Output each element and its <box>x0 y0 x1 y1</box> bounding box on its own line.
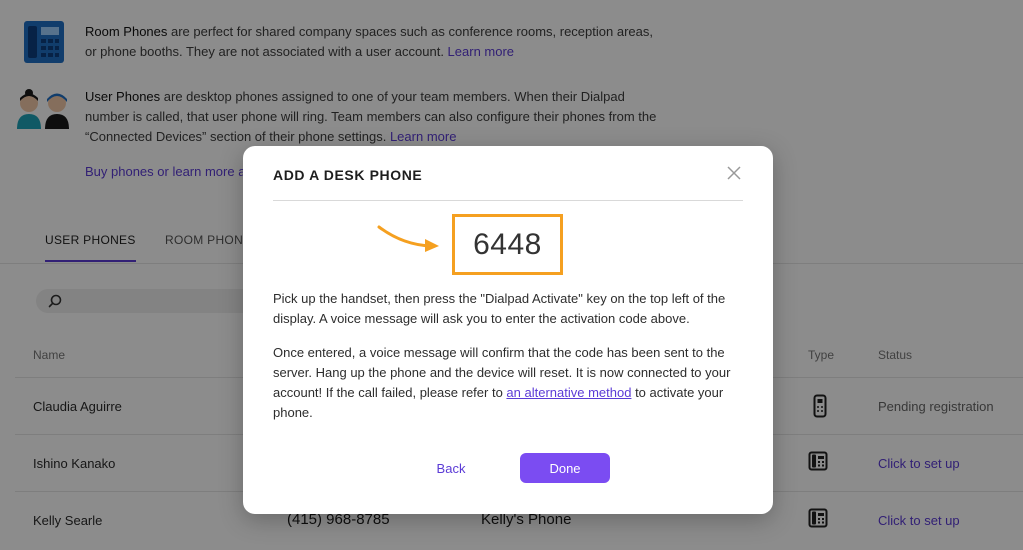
done-button[interactable]: Done <box>520 453 610 483</box>
close-icon[interactable] <box>725 164 743 182</box>
back-button[interactable]: Back <box>418 453 484 483</box>
instructions-paragraph-1: Pick up the handset, then press the "Dia… <box>273 291 726 326</box>
dialog-divider <box>273 200 743 201</box>
add-desk-phone-dialog: ADD A DESK PHONE 6448 Pick up the handse… <box>243 146 773 514</box>
activation-code: 6448 <box>452 214 563 275</box>
arrow-annotation-icon <box>377 221 443 258</box>
dialog-title: ADD A DESK PHONE <box>273 167 423 183</box>
instructions-paragraph-2: Once entered, a voice message will confi… <box>273 343 748 423</box>
alternative-method-link[interactable]: an alternative method <box>506 385 631 400</box>
